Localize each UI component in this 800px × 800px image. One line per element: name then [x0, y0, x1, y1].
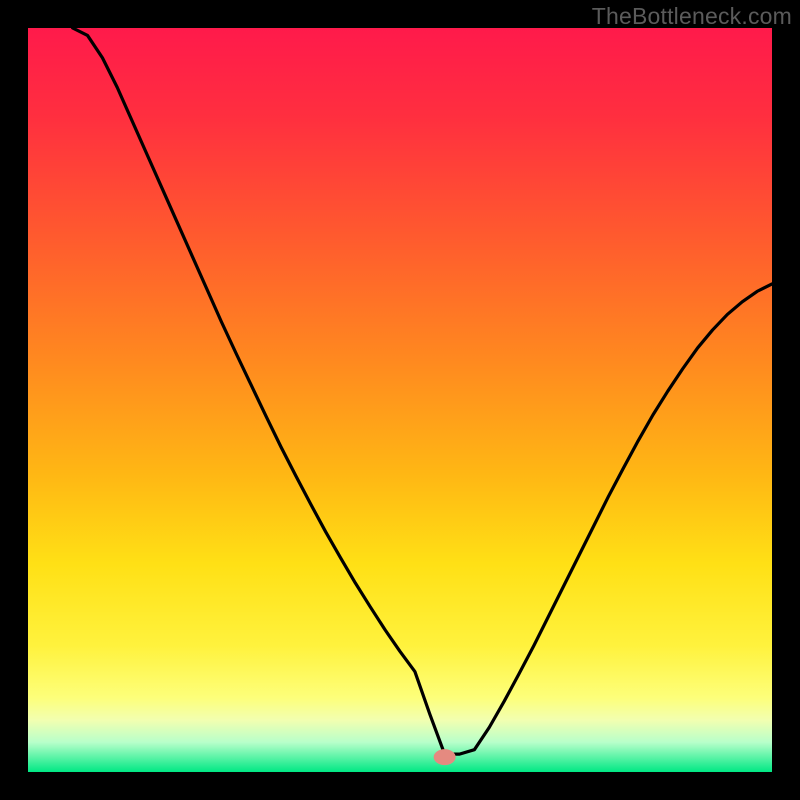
watermark-text: TheBottleneck.com: [592, 3, 792, 30]
highlight-marker: [434, 749, 456, 765]
chart-frame: TheBottleneck.com: [0, 0, 800, 800]
bottleneck-chart: [28, 28, 772, 772]
